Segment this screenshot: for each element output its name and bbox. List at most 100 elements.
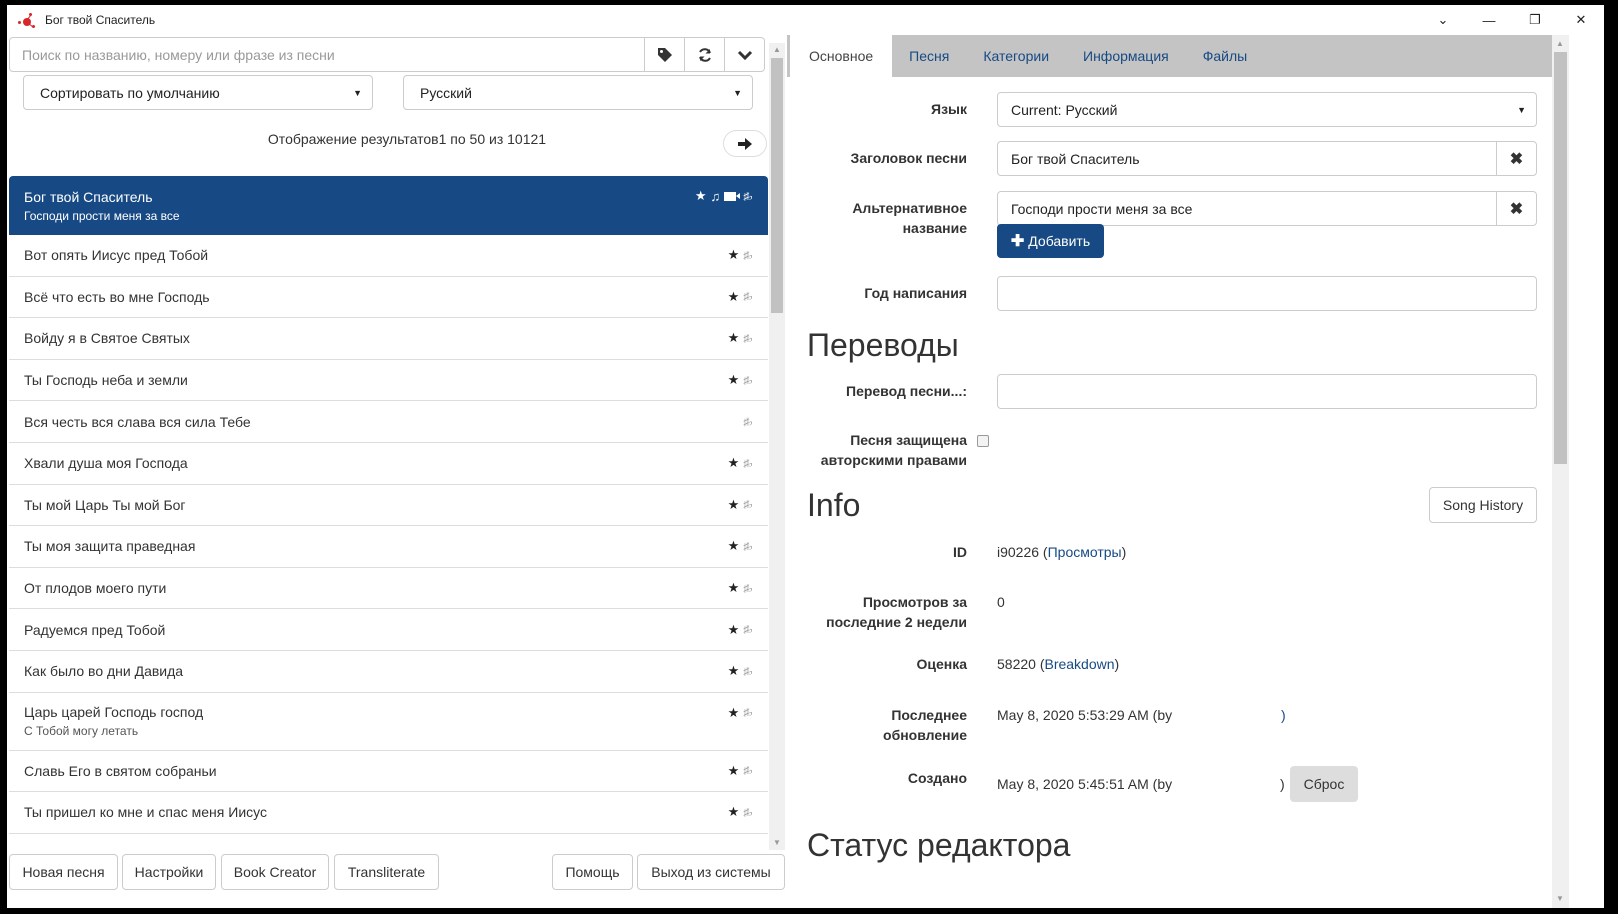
song-list-item[interactable]: Вся честь вся слава вся сила Тебе ♯♭ [9, 401, 768, 443]
restore-icon: ❐ [1529, 12, 1541, 27]
views-label-line2: последние 2 недели [826, 614, 967, 630]
clear-alt-title-button[interactable]: ✖ [1496, 192, 1536, 225]
window-title: Бог твой Спаситель [45, 13, 156, 27]
breakdown-link[interactable]: Breakdown [1044, 656, 1114, 672]
alt-title-label-line2: название [902, 220, 967, 236]
next-page-button[interactable] [723, 130, 767, 157]
language-select[interactable]: Current: Русский ▼ [997, 92, 1537, 127]
song-list-item[interactable]: Царь царей Господь господ С Тобой могу ле… [9, 693, 768, 751]
sharp-flat-icon: ♯♭ [743, 499, 753, 512]
views-link[interactable]: Просмотры [1048, 544, 1122, 560]
star-icon: ★ [694, 188, 707, 203]
tab-files[interactable]: Файлы [1186, 35, 1264, 77]
song-history-button[interactable]: Song History [1429, 487, 1537, 523]
star-icon: ★ [727, 704, 740, 720]
song-title: Славь Его в святом собраньи [24, 762, 217, 779]
restore-button[interactable]: ❐ [1512, 5, 1558, 35]
tab-categories[interactable]: Категории [966, 35, 1066, 77]
star-icon: ★ [727, 663, 740, 679]
star-icon: ★ [727, 580, 740, 596]
star-icon: ★ [727, 538, 740, 554]
song-list-item[interactable]: Ты Господь неба и земли ★ ♯♭ [9, 360, 768, 402]
scroll-up-icon[interactable]: ▲ [1552, 37, 1568, 51]
sort-select[interactable]: Сортировать по умолчанию ▼ [23, 75, 373, 110]
settings-button[interactable]: Настройки [122, 854, 216, 890]
search-input[interactable] [10, 38, 644, 71]
tab-basic[interactable]: Основное [790, 35, 893, 77]
song-icons: ★ ♯♭ [727, 804, 753, 820]
close-icon: ✖ [1509, 150, 1524, 168]
tag-filter-button[interactable] [644, 38, 684, 71]
language-filter-select[interactable]: Русский ▼ [403, 75, 753, 110]
song-list: Бог твой Спаситель Господи прости меня за… [9, 176, 768, 834]
new-song-button[interactable]: Новая песня [9, 854, 118, 890]
song-icons: ★ ♯♭ [728, 763, 753, 779]
translations-heading: Переводы [807, 327, 959, 363]
add-alt-title-button[interactable]: ✚ Добавить [997, 224, 1104, 258]
star-icon: ★ [727, 804, 740, 820]
close-icon: ✖ [1509, 200, 1524, 218]
scroll-down-icon[interactable]: ▼ [769, 836, 785, 850]
music-note-icon: ♫ [710, 188, 721, 204]
clear-title-button[interactable]: ✖ [1496, 142, 1536, 175]
plus-icon: ✚ [1010, 233, 1025, 250]
transliterate-button[interactable]: Transliterate [334, 854, 439, 890]
translation-input[interactable] [997, 374, 1537, 409]
song-title: Вот опять Иисус пред Тобой [24, 247, 209, 264]
alt-title-label: Альтернативное название [807, 198, 967, 238]
song-title-input[interactable]: Бог твой Спаситель [998, 151, 1496, 167]
song-list-item[interactable]: Славь Его в святом собраньи ★ ♯♭ [9, 751, 768, 793]
song-title: Радуемся пред Тобой [24, 621, 166, 638]
scroll-up-icon[interactable]: ▲ [769, 43, 785, 57]
video-camera-icon [724, 191, 741, 201]
star-icon: ★ [727, 330, 740, 346]
sharp-flat-icon: ♯♭ [743, 540, 753, 553]
song-list-item[interactable]: Ты пришел ко мне и спас меня Иисус ★ ♯♭ [9, 792, 768, 834]
song-list-item[interactable]: Хвали душа моя Господа ★ ♯♭ [9, 443, 768, 485]
close-button[interactable]: ✕ [1558, 5, 1604, 35]
sharp-flat-icon: ♯♭ [743, 582, 753, 595]
sharp-flat-icon: ♯♭ [743, 806, 753, 819]
translation-label: Перевод песни...: [846, 383, 967, 399]
logout-button[interactable]: Выход из системы [637, 854, 785, 890]
copyright-checkbox[interactable] [977, 435, 989, 447]
alt-title-input[interactable]: Господи прости меня за все [998, 201, 1496, 217]
scrollbar-thumb[interactable] [1554, 52, 1567, 464]
expand-search-button[interactable] [724, 38, 764, 71]
star-icon: ★ [727, 621, 740, 637]
rating-value: 58220 (Breakdown) [997, 654, 1119, 674]
song-list-item[interactable]: Как было во дни Давида ★ ♯♭ [9, 651, 768, 693]
scroll-down-icon[interactable]: ▼ [1552, 892, 1568, 906]
song-list-pane: Сортировать по умолчанию ▼ Русский ▼ Ото… [7, 35, 785, 908]
minimize-icon: — [1482, 12, 1496, 28]
created-label: Создано [907, 770, 967, 786]
minimize-button[interactable]: — [1466, 5, 1512, 35]
song-title: Всё что есть во мне Господь [24, 288, 210, 305]
song-list-item[interactable]: Ты мой Царь Ты мой Бог ★ ♯♭ [9, 485, 768, 527]
song-title: Ты мой Царь Ты мой Бог [24, 496, 186, 513]
song-list-item[interactable]: Бог твой Спаситель Господи прости меня за… [9, 176, 768, 235]
language-label: Язык [931, 101, 967, 117]
song-list-item[interactable]: Всё что есть во мне Господь ★ ♯♭ [9, 277, 768, 319]
help-button[interactable]: Помощь [552, 854, 633, 890]
song-list-item[interactable]: От плодов моего пути ★ ♯♭ [9, 568, 768, 610]
refresh-icon [698, 47, 711, 62]
refresh-button[interactable] [684, 38, 724, 71]
created-close: ) [1280, 776, 1285, 792]
last-updated-value: May 8, 2020 5:53:29 AM (by [997, 707, 1173, 723]
song-list-item[interactable]: Ты моя защита праведная ★ ♯♭ [9, 526, 768, 568]
reset-button[interactable]: Сброс [1290, 766, 1358, 802]
add-button-label: Добавить [1028, 233, 1091, 249]
song-list-item[interactable]: Войду я в Святое Святых ★ ♯♭ [9, 318, 768, 360]
caret-down-icon: ▼ [1517, 105, 1526, 115]
tab-information[interactable]: Информация [1066, 35, 1186, 77]
song-list-item[interactable]: Радуемся пред Тобой ★ ♯♭ [9, 609, 768, 651]
book-creator-button[interactable]: Book Creator [221, 854, 329, 890]
song-list-item[interactable]: Вот опять Иисус пред Тобой ★ ♯♭ [9, 235, 768, 277]
scrollbar-thumb[interactable] [771, 58, 783, 313]
song-list-scrollbar[interactable]: ▲ ▼ [769, 43, 785, 850]
year-input[interactable] [997, 276, 1537, 311]
collapse-button[interactable]: ⌄ [1420, 5, 1466, 35]
tab-song[interactable]: Песня [892, 35, 966, 77]
editor-scrollbar[interactable]: ▲ ▼ [1552, 35, 1569, 908]
